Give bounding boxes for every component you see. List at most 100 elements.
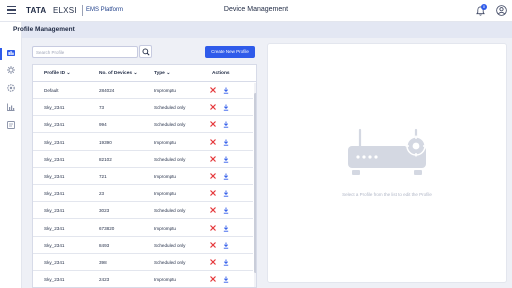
- cell-devices: 8493: [99, 242, 110, 248]
- cell-type: Impromptu: [154, 174, 176, 179]
- cell-profile-id: Sky_2341: [44, 225, 65, 231]
- sidebar-active-indicator: [0, 48, 2, 60]
- cell-type: Scheduled only: [154, 242, 186, 248]
- empty-state-hint: Select a Profile from the list to edit t…: [342, 192, 432, 197]
- download-icon[interactable]: [223, 173, 229, 180]
- router-illustration: [348, 128, 427, 175]
- delete-icon[interactable]: [210, 173, 216, 179]
- cell-devices: 19390: [99, 139, 112, 145]
- download-icon[interactable]: [223, 276, 229, 283]
- page-heading: Device Management: [223, 6, 289, 13]
- cell-type: Scheduled only: [154, 260, 186, 265]
- column-actions: Actions: [212, 71, 230, 76]
- cell-profile-id: Sky_2341: [44, 277, 65, 283]
- cell-profile-id: Default: [44, 88, 59, 93]
- sort-chevron-icon: ⌄: [166, 71, 171, 76]
- table-row[interactable]: Sky_2341 994 Scheduled only: [33, 116, 253, 134]
- download-icon[interactable]: [223, 139, 229, 146]
- cell-profile-id: Sky_2341: [44, 242, 65, 248]
- cell-profile-id: Sky_2341: [44, 122, 65, 128]
- delete-icon[interactable]: [210, 121, 216, 128]
- download-icon[interactable]: [223, 156, 229, 163]
- download-icon[interactable]: [223, 104, 229, 111]
- search-icon: [142, 48, 150, 56]
- logs-icon[interactable]: [6, 120, 16, 130]
- table-header: Profile ID ⌄ No. of Devices ⌄ Type ⌄ Act…: [33, 65, 256, 82]
- table-row[interactable]: Sky_2341 398 Scheduled only: [33, 254, 253, 271]
- download-icon[interactable]: [223, 242, 229, 249]
- column-devices[interactable]: No. of Devices ⌄: [99, 71, 137, 76]
- cell-devices: 23: [99, 191, 105, 197]
- cell-devices: 673820: [99, 225, 115, 231]
- download-icon[interactable]: [223, 207, 229, 215]
- table-row[interactable]: Sky_2341 19390 Impromptu: [33, 134, 253, 151]
- delete-icon[interactable]: [210, 156, 216, 162]
- table-row[interactable]: Sky_2341 73 Scheduled only: [33, 99, 253, 117]
- delete-icon[interactable]: [210, 242, 216, 248]
- cell-type: Scheduled only: [154, 105, 186, 111]
- cell-type: Impromptu: [154, 225, 176, 231]
- download-icon[interactable]: [223, 259, 229, 266]
- cell-type: Impromptu: [154, 191, 176, 197]
- cell-type: Scheduled only: [154, 208, 186, 214]
- delete-icon[interactable]: [210, 87, 216, 93]
- section-header-bar: [22, 22, 512, 38]
- top-bar: TATA ELXSI EMS Platform Device Managemen…: [0, 0, 512, 22]
- column-type[interactable]: Type ⌄: [154, 71, 170, 76]
- cell-profile-id: Sky_2341: [44, 105, 65, 111]
- reports-icon[interactable]: [6, 102, 16, 112]
- table-row[interactable]: Sky_2341 8493 Scheduled only: [33, 237, 253, 254]
- cell-profile-id: Sky_2341: [44, 156, 65, 162]
- user-avatar-icon[interactable]: [496, 5, 507, 16]
- cell-devices: 398: [99, 260, 107, 265]
- delete-icon[interactable]: [210, 276, 216, 282]
- table-row[interactable]: Sky_2341 673820 Impromptu: [33, 220, 253, 237]
- sort-chevron-icon: ⌄: [66, 71, 71, 76]
- cell-type: Scheduled only: [154, 122, 186, 128]
- table-row[interactable]: Sky_2341 2423 Impromptu: [33, 271, 253, 287]
- cell-profile-id: Sky_2341: [44, 191, 65, 197]
- cell-type: Scheduled only: [154, 156, 186, 162]
- table-row[interactable]: Sky_2341 82102 Scheduled only: [33, 151, 253, 168]
- scrollbar-thumb[interactable]: [254, 93, 256, 273]
- download-icon[interactable]: [223, 121, 229, 129]
- cell-devices: 3023: [99, 208, 110, 214]
- cell-profile-id: Sky_2341: [44, 208, 65, 214]
- dashboard-icon[interactable]: [6, 48, 16, 58]
- cell-profile-id: Sky_2341: [44, 139, 65, 145]
- cell-devices: 82102: [99, 156, 112, 162]
- delete-icon[interactable]: [210, 224, 216, 231]
- search-input[interactable]: Search Profile: [32, 46, 138, 58]
- cell-profile-id: Sky_2341: [44, 174, 65, 179]
- download-icon[interactable]: [223, 87, 229, 94]
- delete-icon[interactable]: [210, 104, 216, 110]
- cell-devices: 284024: [99, 88, 115, 93]
- create-profile-button[interactable]: Create New Profile: [205, 46, 255, 58]
- delete-icon[interactable]: [210, 190, 216, 196]
- cell-devices: 994: [99, 122, 107, 128]
- download-icon[interactable]: [223, 225, 229, 232]
- settings-icon[interactable]: [6, 65, 16, 75]
- delete-icon[interactable]: [210, 259, 216, 265]
- download-icon[interactable]: [223, 190, 229, 197]
- profile-table: Profile ID ⌄ No. of Devices ⌄ Type ⌄ Act…: [32, 64, 257, 288]
- cell-type: Impromptu: [154, 139, 176, 145]
- delete-icon[interactable]: [210, 138, 216, 145]
- table-row[interactable]: Sky_2341 23 Impromptu: [33, 185, 253, 203]
- search-button[interactable]: [139, 45, 152, 58]
- table-row[interactable]: Sky_2341 721 Impromptu: [33, 168, 253, 185]
- cell-type: Impromptu: [154, 277, 176, 283]
- column-profile-id[interactable]: Profile ID ⌄: [44, 71, 70, 76]
- cell-devices: 2423: [99, 277, 110, 283]
- sidebar: [0, 22, 22, 288]
- cell-profile-id: Sky_2341: [44, 260, 65, 265]
- delete-icon[interactable]: [210, 207, 216, 214]
- section-title: Profile Management: [13, 26, 75, 33]
- cell-type: Impromptu: [154, 88, 176, 93]
- table-row[interactable]: Default 284024 Impromptu: [33, 82, 253, 99]
- table-row[interactable]: Sky_2341 3023 Scheduled only: [33, 202, 253, 220]
- search-placeholder: Search Profile: [36, 49, 65, 55]
- cell-devices: 721: [99, 174, 107, 179]
- gear-icon[interactable]: [6, 83, 16, 93]
- sort-chevron-icon: ⌄: [133, 71, 138, 76]
